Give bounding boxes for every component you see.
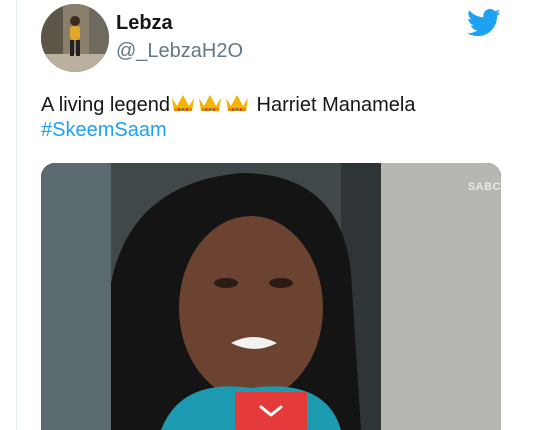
hashtag-link[interactable]: #SkeemSaam xyxy=(41,119,167,142)
tweet-image[interactable]: SABC xyxy=(41,163,501,430)
user-handle[interactable]: @_LebzaH2O xyxy=(116,40,243,63)
tweet-text: A living legend Harriet Manamela xyxy=(41,92,521,121)
crown-icon xyxy=(198,95,221,111)
photo-portrait xyxy=(41,163,501,430)
display-name[interactable]: Lebza xyxy=(116,12,173,35)
tweet-text-before: A living legend xyxy=(41,94,170,116)
crown-emoji-group xyxy=(170,92,251,121)
crown-icon xyxy=(225,95,248,111)
chevron-down-icon xyxy=(259,405,283,417)
avatar[interactable] xyxy=(41,4,109,72)
media-watermark: SABC xyxy=(467,181,501,193)
twitter-bird-icon[interactable] xyxy=(467,8,501,38)
crown-icon xyxy=(171,95,194,111)
expand-button[interactable] xyxy=(235,392,307,430)
tweet-card: Lebza @_LebzaH2O A living legend Harriet… xyxy=(16,0,540,430)
tweet-text-after: Harriet Manamela xyxy=(250,94,416,116)
